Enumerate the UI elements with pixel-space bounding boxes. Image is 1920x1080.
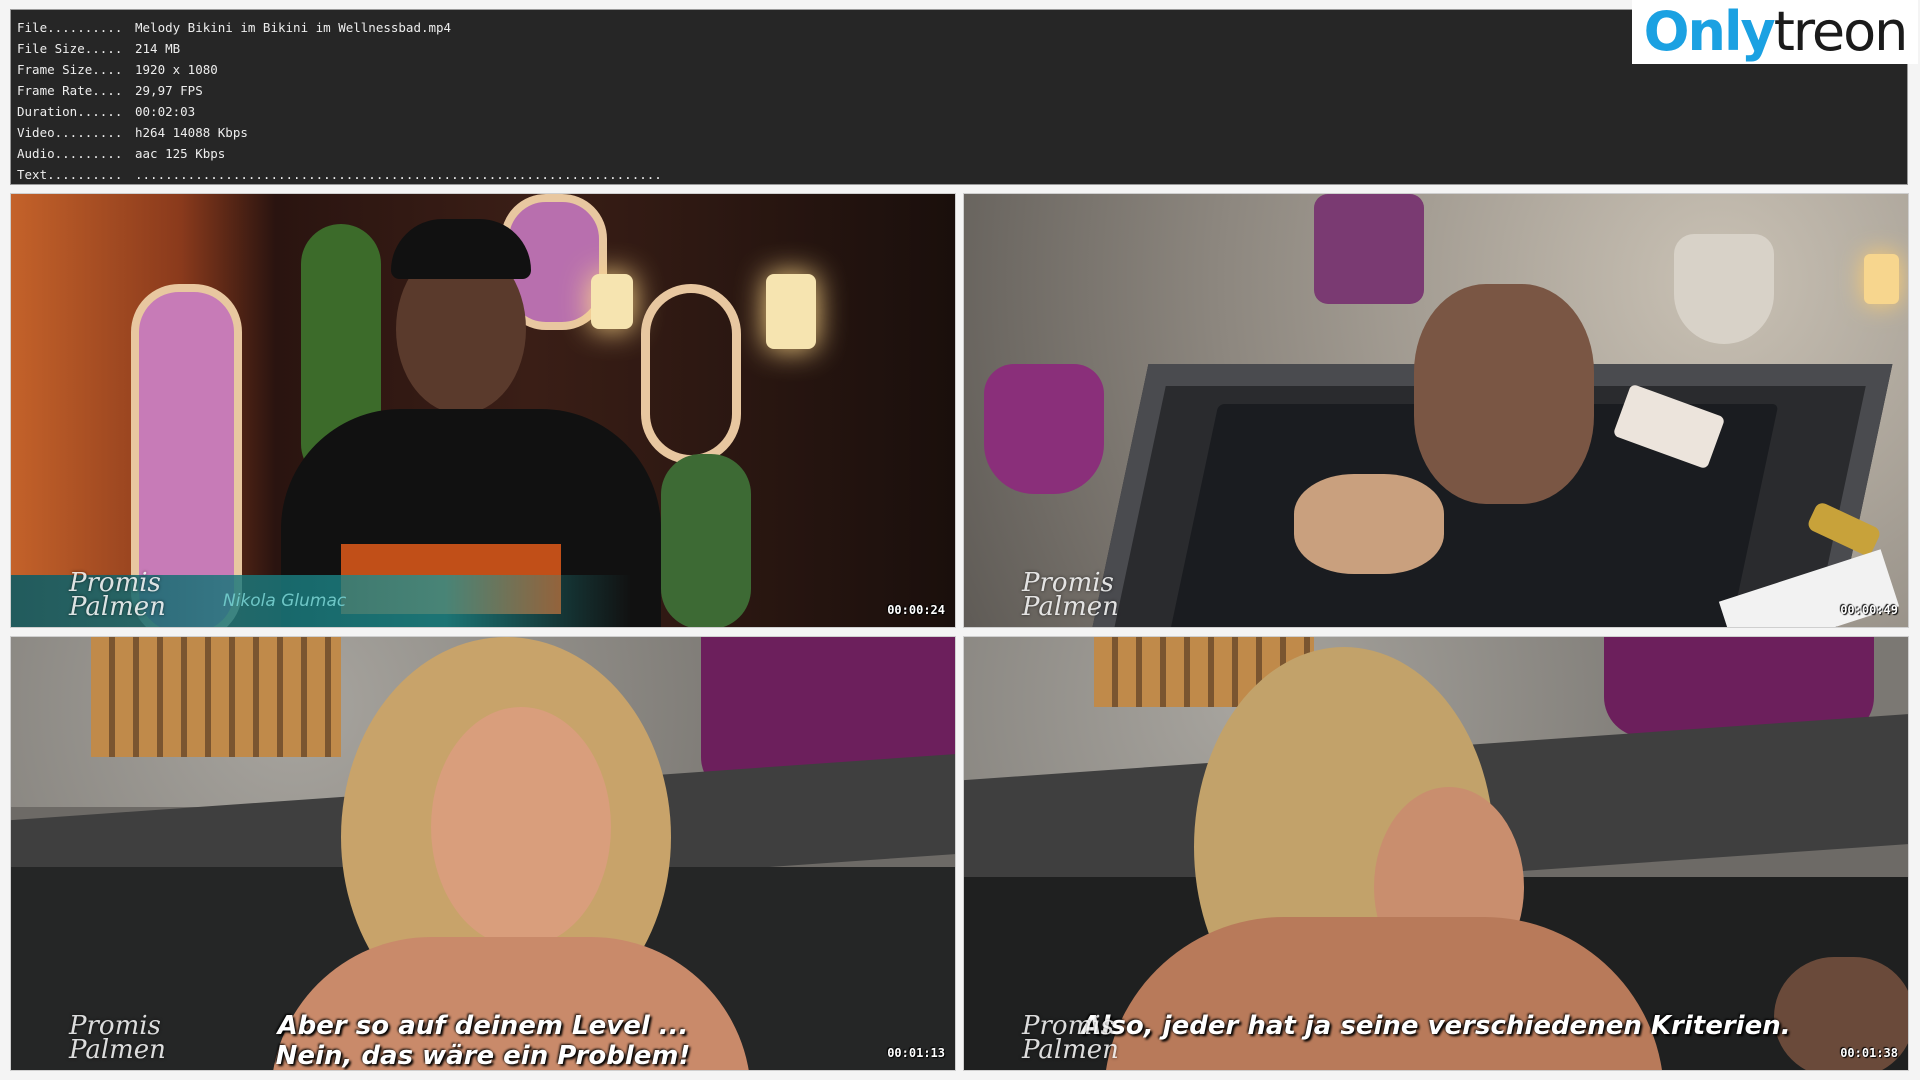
media-info-panel: File.......... Melody Bikini im Bikini im… [10, 9, 1908, 185]
info-line-file: File.......... Melody Bikini im Bikini im… [17, 20, 452, 35]
thumbnail-frame-1[interactable]: Nikola Glumac Promis Palmen 00:00:24 [10, 193, 956, 628]
timestamp: 00:00:24 [887, 603, 945, 617]
lantern [1864, 254, 1899, 304]
info-line-frame-size: Frame Size.... 1920 x 1080 [17, 62, 218, 77]
show-logo: Promis Palmen [1022, 1011, 1119, 1065]
lamp-right [766, 274, 816, 349]
purple-planter-left [984, 364, 1104, 494]
show-logo: Promis Palmen [69, 568, 166, 622]
thumbnail-frame-2[interactable]: Promis Palmen 00:00:49 [963, 193, 1909, 628]
wooden-crate [91, 637, 341, 757]
woman-face [431, 707, 611, 947]
thumbnail-frame-3[interactable]: Aber so auf deinem Level ... Nein, das w… [10, 636, 956, 1071]
info-line-frame-rate: Frame Rate.... 29,97 FPS [17, 83, 203, 98]
info-line-text: Text....................................… [17, 167, 662, 182]
show-logo: Promis Palmen [1022, 568, 1119, 622]
wall-ring [641, 284, 741, 464]
lamp-left [591, 274, 633, 329]
woman-figure [1294, 474, 1444, 574]
man-cap [391, 219, 531, 279]
info-line-video: Video......... h264 14088 Kbps [17, 125, 248, 140]
purple-planter-top [1314, 194, 1424, 304]
plant-right [661, 454, 751, 627]
info-line-file-size: File Size..... 214 MB [17, 41, 181, 56]
show-logo: Promis Palmen [69, 1011, 166, 1065]
info-line-duration: Duration...... 00:02:03 [17, 104, 196, 119]
watermark-logo: Onlytreon [1632, 0, 1918, 64]
timestamp: 00:00:49 [1840, 603, 1898, 617]
thumbnail-frame-4[interactable]: Also, jeder hat ja seine verschiedenen K… [963, 636, 1909, 1071]
man-torso [1414, 284, 1594, 504]
info-line-audio: Audio......... aac 125 Kbps [17, 146, 226, 161]
plant-pot-right [1674, 234, 1774, 344]
timestamp: 00:01:38 [1840, 1046, 1898, 1060]
media-info-lines: File.......... Melody Bikini im Bikini im… [17, 17, 662, 185]
name-tag: Nikola Glumac [223, 591, 347, 611]
timestamp: 00:01:13 [887, 1046, 945, 1060]
